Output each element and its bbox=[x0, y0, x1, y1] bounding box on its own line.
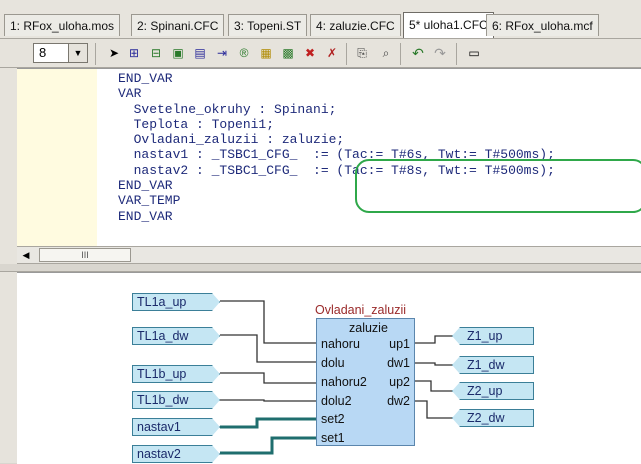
tab-rfox-uloha-mcf[interactable]: 6: RFox_uloha.mcf bbox=[486, 14, 599, 36]
wire bbox=[415, 380, 452, 392]
wire bbox=[220, 436, 316, 455]
output-pin[interactable]: Z2_dw bbox=[452, 409, 534, 427]
pane-splitter[interactable] bbox=[0, 264, 641, 272]
block-input: set1 bbox=[321, 431, 345, 445]
toolbar-separator bbox=[456, 43, 457, 65]
code-line: Teplota : Topeni1; bbox=[118, 116, 275, 132]
block-input: dolu bbox=[321, 356, 345, 370]
tab-spinani-cfc[interactable]: 2: Spinani.CFC bbox=[131, 14, 225, 36]
code-line: END_VAR bbox=[118, 71, 173, 86]
toolbar-separator bbox=[95, 43, 96, 65]
wire bbox=[220, 300, 316, 344]
tab-zaluzie-cfc[interactable]: 4: zaluzie.CFC bbox=[310, 14, 401, 36]
output-pin[interactable]: Z1_dw bbox=[452, 356, 534, 374]
code-line: VAR bbox=[118, 86, 142, 102]
output-icon[interactable]: ⊟ bbox=[148, 45, 164, 61]
tab-topeni-st[interactable]: 3: Topeni.ST bbox=[228, 14, 308, 36]
wire bbox=[415, 400, 452, 419]
input-pin[interactable]: TL1b_dw bbox=[132, 391, 220, 409]
input-pin[interactable]: nastav2 bbox=[132, 445, 220, 463]
comment-icon[interactable]: ▦ bbox=[258, 45, 274, 61]
label-icon[interactable]: ▤ bbox=[192, 45, 208, 61]
wire bbox=[415, 335, 452, 344]
function-block[interactable]: zaluzie nahoru dolu nahoru2 dolu2 set2 s… bbox=[316, 318, 415, 446]
input-icon[interactable]: ⊞ bbox=[126, 45, 142, 61]
return-icon[interactable]: ® bbox=[236, 45, 252, 61]
block-output: dw2 bbox=[387, 394, 410, 408]
block-input: set2 bbox=[321, 412, 345, 426]
tab-uloha1-cfc[interactable]: 5* uloha1.CFC bbox=[403, 12, 494, 38]
declaration-editor[interactable]: END_VAR VAR Svetelne_okruhy : Spinani; T… bbox=[17, 68, 641, 247]
block-type-name: zaluzie bbox=[349, 321, 388, 335]
code-line: VAR_TEMP bbox=[118, 193, 181, 209]
toolbar: 8 ▼ ➤ ⊞ ⊟ ▣ ▤ ⇥ ® ▦ ▩ ✖ ✗ ⎘ ⌕ ↶ ↷ ▭ bbox=[0, 38, 641, 68]
scroll-thumb[interactable]: III bbox=[39, 248, 131, 262]
copy-icon[interactable]: ⎘ bbox=[354, 45, 370, 61]
tab-bar: 1: RFox_uloha.mos 2: Spinani.CFC 3: Tope… bbox=[0, 0, 641, 38]
block-input: dolu2 bbox=[321, 394, 352, 408]
pointer-icon[interactable]: ➤ bbox=[106, 45, 122, 61]
zoom-select[interactable]: 8 ▼ bbox=[33, 43, 88, 63]
input-pin[interactable]: TL1a_up bbox=[132, 293, 220, 311]
scroll-left-icon[interactable]: ◀ bbox=[19, 249, 33, 261]
zoom-value: 8 bbox=[39, 45, 47, 60]
input-pin[interactable]: TL1b_up bbox=[132, 365, 220, 383]
cross-icon[interactable]: ✗ bbox=[324, 45, 340, 61]
wire bbox=[220, 399, 316, 402]
input-pin[interactable]: TL1a_dw bbox=[132, 327, 220, 345]
cfc-diagram[interactable]: TL1a_up TL1a_dw TL1b_up TL1b_dw nastav1 … bbox=[17, 272, 641, 464]
delete-icon[interactable]: ✖ bbox=[302, 45, 318, 61]
undo-icon[interactable]: ↶ bbox=[410, 45, 426, 61]
output-pin[interactable]: Z2_up bbox=[452, 382, 534, 400]
find-icon[interactable]: ⌕ bbox=[378, 45, 394, 61]
code-line: Svetelne_okruhy : Spinani; bbox=[118, 101, 337, 117]
window-icon[interactable]: ▭ bbox=[466, 45, 482, 61]
code-line: END_VAR bbox=[118, 208, 173, 224]
tab-rfox-uloha-mos[interactable]: 1: RFox_uloha.mos bbox=[4, 14, 121, 36]
editor-gutter bbox=[17, 69, 97, 247]
block-output: up2 bbox=[389, 375, 410, 389]
toolbar-separator bbox=[346, 43, 347, 65]
box-icon[interactable]: ▣ bbox=[170, 45, 186, 61]
block-output: dw1 bbox=[387, 356, 410, 370]
wire bbox=[220, 334, 316, 363]
horizontal-scrollbar[interactable]: ◀ III bbox=[17, 246, 641, 264]
output-pin[interactable]: Z1_up bbox=[452, 327, 534, 345]
block-instance-name[interactable]: Ovladani_zaluzii bbox=[315, 303, 406, 317]
block-input: nahoru bbox=[321, 337, 360, 351]
highlight-ellipse bbox=[355, 159, 641, 213]
block-output: up1 bbox=[389, 337, 410, 351]
input-pin[interactable]: nastav1 bbox=[132, 418, 220, 436]
wire bbox=[220, 372, 316, 384]
jump-icon[interactable]: ⇥ bbox=[214, 45, 230, 61]
redo-icon[interactable]: ↷ bbox=[432, 45, 448, 61]
wire bbox=[415, 362, 452, 366]
code-line: END_VAR bbox=[118, 178, 173, 194]
block-input: nahoru2 bbox=[321, 375, 367, 389]
macro-icon[interactable]: ▩ bbox=[280, 45, 296, 61]
wire bbox=[220, 417, 316, 429]
toolbar-separator bbox=[400, 43, 401, 65]
code-line: Ovladani_zaluzii : zaluzie; bbox=[118, 132, 345, 148]
chevron-down-icon[interactable]: ▼ bbox=[68, 44, 87, 62]
